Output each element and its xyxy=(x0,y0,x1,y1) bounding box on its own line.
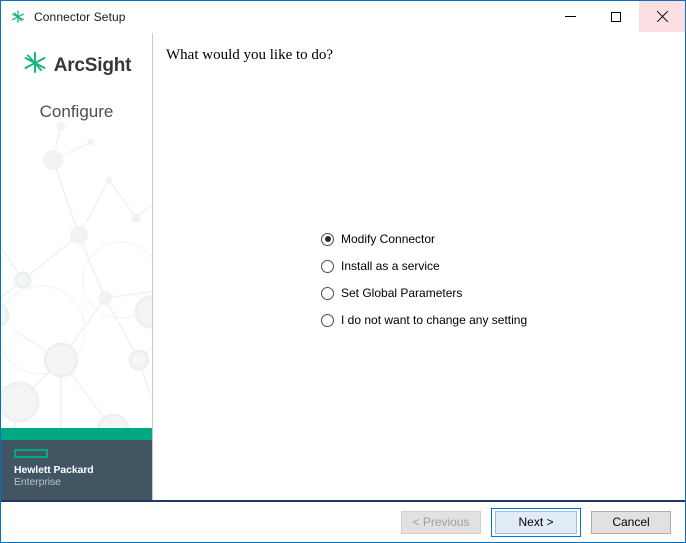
minimize-icon xyxy=(564,16,576,17)
option-label: Install as a service xyxy=(341,259,440,273)
option-no-change[interactable]: I do not want to change any setting xyxy=(321,311,527,329)
radio-no-change-icon[interactable] xyxy=(321,313,334,327)
content-area: What would you like to do? Modify Connec… xyxy=(153,33,685,500)
next-button[interactable]: Next > xyxy=(495,510,577,534)
brand-name: ArcSight xyxy=(53,54,132,76)
hpe-rectangle-icon xyxy=(14,449,48,458)
hpe-branding: Hewlett Packard Enterprise xyxy=(1,440,152,500)
options-radio-group: Modify Connector Install as a service Se… xyxy=(321,230,527,338)
window-body: ArcSight Configure Hewlett Packard Enter… xyxy=(1,33,685,500)
arcsight-logo-icon xyxy=(22,50,48,81)
maximize-button[interactable] xyxy=(593,1,639,32)
dialog-footer: < Previous Next > Cancel xyxy=(1,500,685,542)
hpe-line2: Enterprise xyxy=(14,476,61,488)
connector-setup-window: Connector Setup ArcSight Configure Hewle… xyxy=(0,0,686,543)
option-install-as-service[interactable]: Install as a service xyxy=(321,257,527,275)
brand-subtitle: Configure xyxy=(39,102,114,121)
previous-button[interactable]: < Previous xyxy=(401,510,481,534)
page-title: What would you like to do? xyxy=(166,47,334,63)
radio-modify-connector-icon[interactable] xyxy=(321,232,334,246)
radio-install-as-service-icon[interactable] xyxy=(321,259,334,273)
maximize-icon xyxy=(611,11,621,22)
next-button-focus-ring: Next > xyxy=(491,507,581,537)
hpe-line1: Hewlett Packard xyxy=(14,464,94,476)
window-controls xyxy=(547,1,685,32)
option-label: Set Global Parameters xyxy=(341,286,463,300)
sidebar-brand: ArcSight Configure xyxy=(1,33,152,122)
option-label: I do not want to change any setting xyxy=(341,313,528,327)
option-modify-connector[interactable]: Modify Connector xyxy=(321,230,527,248)
option-set-global-parameters[interactable]: Set Global Parameters xyxy=(321,284,527,302)
sidebar: ArcSight Configure Hewlett Packard Enter… xyxy=(1,33,153,500)
close-icon xyxy=(656,11,668,23)
radio-set-global-parameters-icon[interactable] xyxy=(321,286,334,300)
window-title: Connector Setup xyxy=(34,9,126,24)
arcsight-star-icon xyxy=(10,9,26,25)
cancel-button[interactable]: Cancel xyxy=(591,510,671,534)
option-label: Modify Connector xyxy=(341,232,436,246)
close-button[interactable] xyxy=(639,1,685,32)
sidebar-accent-bar xyxy=(1,428,152,440)
title-bar: Connector Setup xyxy=(1,1,685,33)
minimize-button[interactable] xyxy=(547,1,593,32)
